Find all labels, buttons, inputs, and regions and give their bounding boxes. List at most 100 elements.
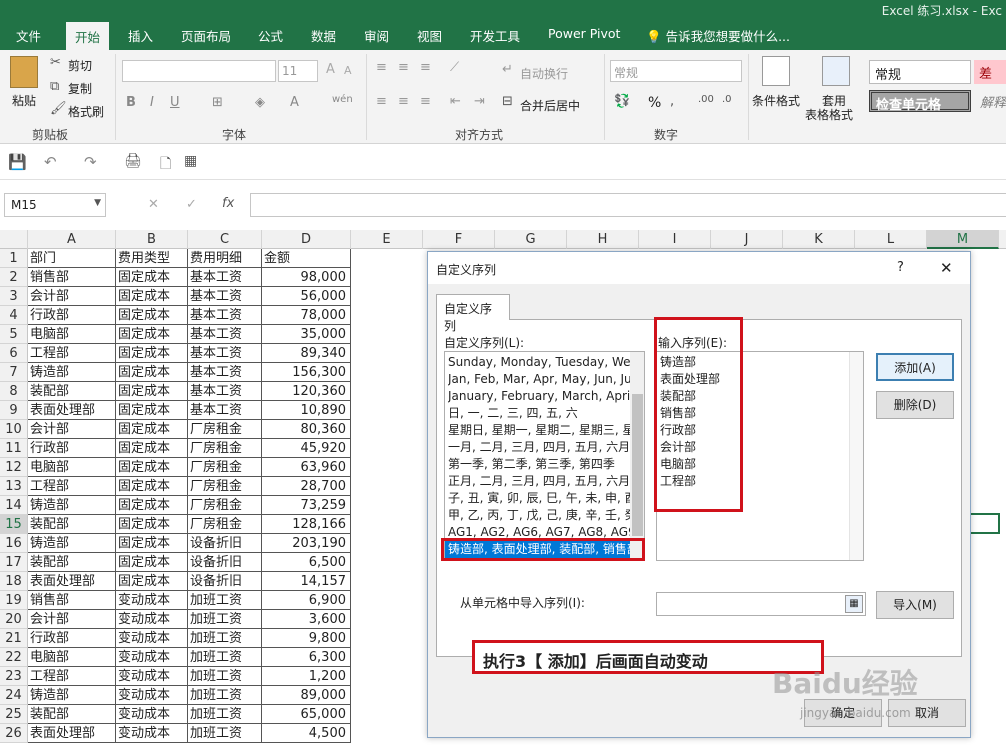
borders-icon[interactable]: ⊞	[212, 95, 223, 110]
table-cell[interactable]: 会计部	[28, 420, 116, 439]
fill-color-icon[interactable]: ◈	[255, 95, 265, 110]
table-cell[interactable]: 会计部	[28, 610, 116, 629]
row-header[interactable]: 17	[0, 553, 28, 572]
row-header[interactable]: 1	[0, 249, 28, 268]
decrease-decimal-icon[interactable]: .0	[722, 94, 732, 105]
table-cell[interactable]: 设备折旧	[188, 572, 262, 591]
paste-icon[interactable]	[10, 56, 38, 88]
table-cell[interactable]: 变动成本	[116, 610, 188, 629]
list-item[interactable]: Jan, Feb, Mar, Apr, May, Jun, Ju	[448, 371, 638, 388]
table-cell[interactable]: 固定成本	[116, 553, 188, 572]
outdent-icon[interactable]: ⇥	[474, 94, 485, 109]
table-cell[interactable]: 变动成本	[116, 686, 188, 705]
tab-file[interactable]: 文件	[16, 26, 41, 45]
align-top-icon[interactable]: ≡	[376, 60, 387, 75]
table-cell[interactable]: 加班工资	[188, 610, 262, 629]
table-cell[interactable]: 固定成本	[116, 420, 188, 439]
align-middle-icon[interactable]: ≡	[398, 60, 409, 75]
table-cell[interactable]: 加班工资	[188, 705, 262, 724]
row-header[interactable]: 22	[0, 648, 28, 667]
table-cell[interactable]: 厂房租金	[188, 458, 262, 477]
table-cell[interactable]: 3,600	[262, 610, 351, 629]
table-cell[interactable]: 铸造部	[28, 363, 116, 382]
table-cell[interactable]: 费用明细	[188, 249, 262, 268]
table-cell[interactable]: 厂房租金	[188, 496, 262, 515]
row-header[interactable]: 7	[0, 363, 28, 382]
indent-icon[interactable]: ⇤	[450, 94, 461, 109]
table-cell[interactable]: 铸造部	[28, 686, 116, 705]
print-preview-icon[interactable]: 🖨	[124, 153, 142, 169]
undo-icon[interactable]: ↶	[44, 153, 57, 171]
cancel-entry-icon[interactable]: ✕	[148, 197, 159, 212]
row-header[interactable]: 2	[0, 268, 28, 287]
table-cell[interactable]: 固定成本	[116, 287, 188, 306]
list-item[interactable]: Sunday, Monday, Tuesday, Wed	[448, 354, 638, 371]
table-cell[interactable]: 设备折旧	[188, 553, 262, 572]
range-picker-icon[interactable]: ▦	[845, 595, 863, 613]
table-cell[interactable]: 6,300	[262, 648, 351, 667]
number-format-combo[interactable]: 常规	[610, 60, 742, 82]
table-cell[interactable]: 会计部	[28, 287, 116, 306]
table-cell[interactable]: 基本工资	[188, 401, 262, 420]
row-header[interactable]: 24	[0, 686, 28, 705]
list-item[interactable]: 正月, 二月, 三月, 四月, 五月, 六月,	[448, 473, 638, 490]
row-header[interactable]: 18	[0, 572, 28, 591]
table-cell[interactable]: 9,800	[262, 629, 351, 648]
list-item[interactable]: January, February, March, April	[448, 388, 638, 405]
save-icon[interactable]: 💾	[8, 153, 27, 171]
comma-style-icon[interactable]: ,	[670, 94, 674, 109]
table-cell[interactable]: 表面处理部	[28, 572, 116, 591]
table-cell[interactable]: 63,960	[262, 458, 351, 477]
table-cell[interactable]: 变动成本	[116, 724, 188, 743]
style-check-cell[interactable]: 检查单元格	[869, 90, 971, 113]
table-cell[interactable]: 部门	[28, 249, 116, 268]
increase-decimal-icon[interactable]: .00	[698, 94, 714, 105]
list-item[interactable]: 星期日, 星期一, 星期二, 星期三, 星	[448, 422, 638, 439]
import-range-input[interactable]: ▦	[656, 592, 866, 616]
align-center-icon[interactable]: ≡	[398, 94, 409, 109]
row-header[interactable]: 26	[0, 724, 28, 743]
tab-review[interactable]: 审阅	[364, 26, 389, 45]
listbox-scroll-thumb[interactable]	[632, 394, 643, 536]
table-cell[interactable]: 203,190	[262, 534, 351, 553]
table-cell[interactable]: 加班工资	[188, 724, 262, 743]
list-item[interactable]: 子, 丑, 寅, 卯, 辰, 巳, 午, 未, 申, 酉	[448, 490, 638, 507]
table-cell[interactable]: 变动成本	[116, 591, 188, 610]
table-cell[interactable]: 78,000	[262, 306, 351, 325]
list-item[interactable]: 甲, 乙, 丙, 丁, 戊, 己, 庚, 辛, 壬, 癸	[448, 507, 638, 524]
table-cell[interactable]: 4,500	[262, 724, 351, 743]
table-cell[interactable]: 基本工资	[188, 287, 262, 306]
table-cell[interactable]: 65,000	[262, 705, 351, 724]
column-header-i[interactable]: I	[639, 230, 711, 249]
table-cell[interactable]: 金额	[262, 249, 351, 268]
table-cell[interactable]: 加班工资	[188, 667, 262, 686]
accounting-format-icon[interactable]: 💱	[614, 94, 630, 109]
table-cell[interactable]: 表面处理部	[28, 401, 116, 420]
table-cell[interactable]: 56,000	[262, 287, 351, 306]
table-cell[interactable]: 加班工资	[188, 629, 262, 648]
table-cell[interactable]: 基本工资	[188, 382, 262, 401]
table-cell[interactable]: 装配部	[28, 553, 116, 572]
row-header[interactable]: 10	[0, 420, 28, 439]
align-right-icon[interactable]: ≡	[420, 94, 431, 109]
table-cell[interactable]: 变动成本	[116, 648, 188, 667]
phonetic-guide-icon[interactable]: wén	[332, 94, 353, 105]
entries-scrollbar[interactable]	[849, 352, 863, 560]
table-cell[interactable]: 铸造部	[28, 496, 116, 515]
table-cell[interactable]: 6,900	[262, 591, 351, 610]
wrap-text-button[interactable]: 自动换行	[520, 65, 568, 82]
table-cell[interactable]: 固定成本	[116, 344, 188, 363]
conditional-format-button[interactable]: 条件格式	[752, 92, 800, 109]
table-cell[interactable]: 固定成本	[116, 515, 188, 534]
table-cell[interactable]: 工程部	[28, 477, 116, 496]
table-cell[interactable]: 电脑部	[28, 458, 116, 477]
style-normal[interactable]: 常规	[869, 60, 971, 84]
table-cell[interactable]: 加班工资	[188, 591, 262, 610]
table-cell[interactable]: 14,157	[262, 572, 351, 591]
row-header[interactable]: 8	[0, 382, 28, 401]
column-header-m[interactable]: M	[927, 230, 999, 249]
table-cell[interactable]: 128,166	[262, 515, 351, 534]
paste-button[interactable]: 粘贴	[12, 92, 36, 109]
align-bottom-icon[interactable]: ≡	[420, 60, 431, 75]
list-item[interactable]: 一月, 二月, 三月, 四月, 五月, 六月,	[448, 439, 638, 456]
